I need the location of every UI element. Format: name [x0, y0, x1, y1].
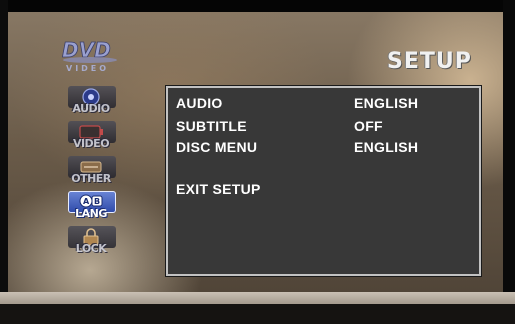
background-floor-shadow: [0, 304, 515, 324]
category-audio[interactable]: AUDIO: [62, 85, 120, 118]
video-logo-text: VIDEO: [66, 64, 109, 72]
category-audio-label: AUDIO: [72, 102, 110, 115]
category-video-label: VIDEO: [72, 137, 110, 150]
screen-border-right: [503, 0, 515, 324]
setting-disc-menu-label: DISC MENU: [176, 139, 258, 155]
setting-subtitle-label: SUBTITLE: [176, 118, 247, 134]
setup-category-menu: AUDIO VIDEO OTHER A B LANG LOCK: [62, 85, 124, 260]
setting-subtitle-value: OFF: [354, 118, 383, 134]
svg-text:B: B: [94, 197, 100, 206]
svg-text:A: A: [83, 197, 90, 206]
setup-title: SETUP: [387, 49, 472, 74]
category-lock-label: LOCK: [75, 242, 107, 255]
setting-audio-value: ENGLISH: [354, 95, 419, 111]
category-language-label: LANG: [75, 207, 107, 220]
category-other[interactable]: OTHER: [62, 155, 120, 188]
tv-screen: DVD VIDEO SETUP AUDIO VIDEO OTHER A B LA…: [0, 0, 515, 324]
setting-disc-menu-value: ENGLISH: [354, 139, 419, 155]
screen-border-top: [0, 0, 515, 12]
category-other-label: OTHER: [71, 172, 111, 185]
setting-audio-label: AUDIO: [176, 95, 223, 111]
category-language[interactable]: A B LANG: [62, 190, 120, 223]
background-floor-strip: [0, 292, 515, 304]
screen-border-left: [0, 0, 8, 324]
category-lock[interactable]: LOCK: [62, 225, 120, 258]
dvd-video-logo: DVD VIDEO: [62, 38, 117, 72]
category-video[interactable]: VIDEO: [62, 120, 120, 153]
exit-setup-label: EXIT SETUP: [176, 181, 261, 197]
